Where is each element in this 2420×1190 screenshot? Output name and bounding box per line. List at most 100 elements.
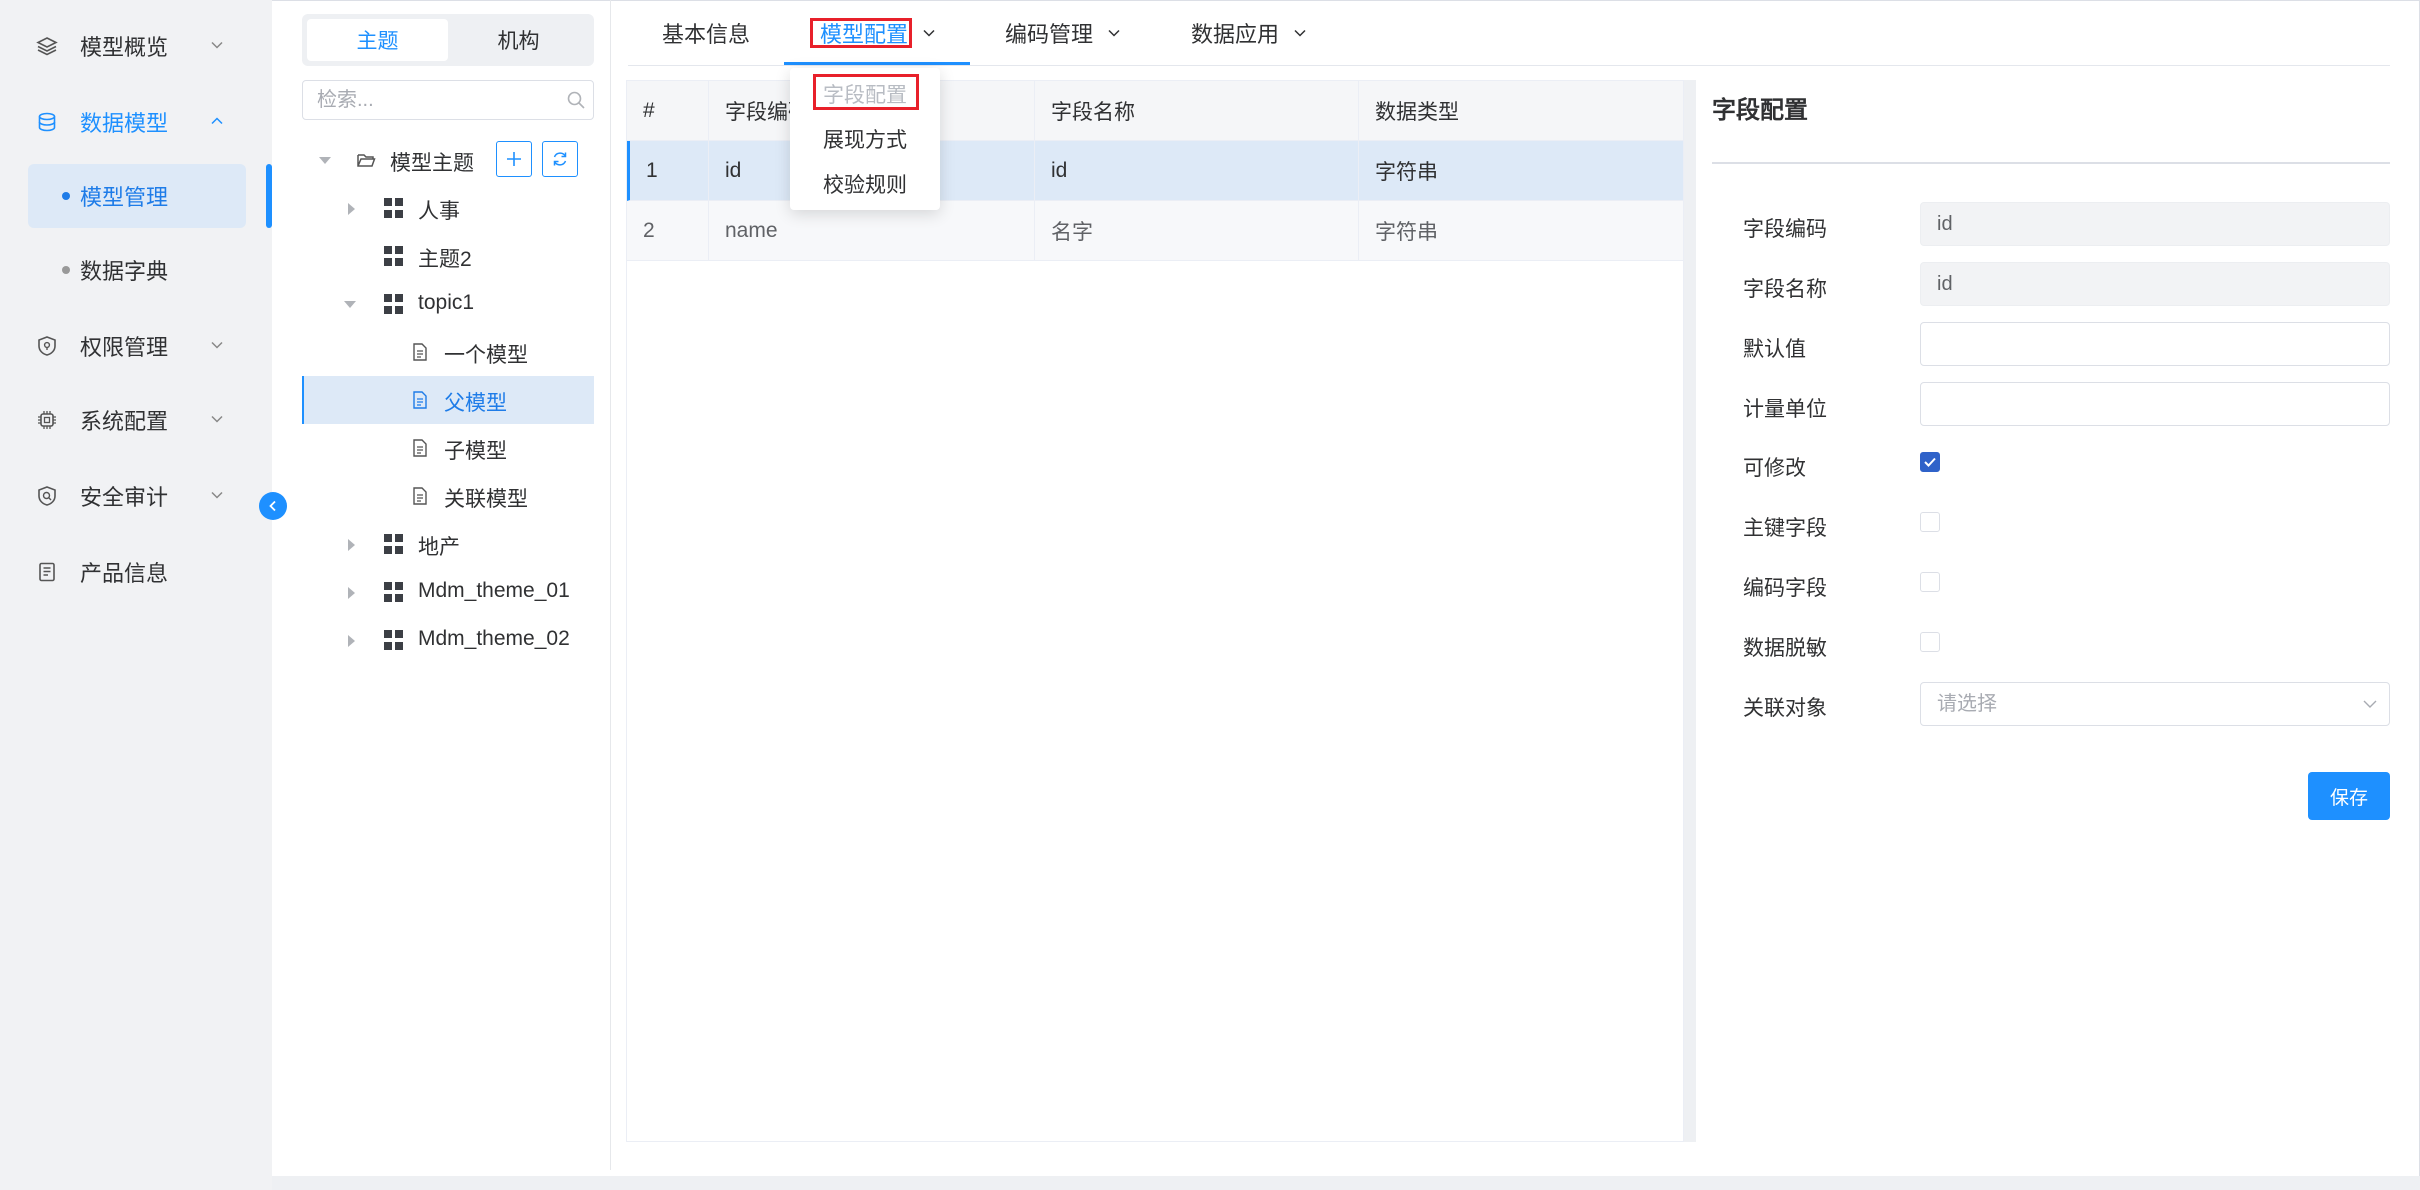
nav-subitem-model-management[interactable]: 模型管理 bbox=[28, 164, 246, 228]
tab-model-config[interactable]: 模型配置 bbox=[820, 0, 936, 66]
chevron-left-icon bbox=[269, 500, 276, 512]
tree-node-personnel[interactable]: 人事 bbox=[302, 184, 594, 232]
nav-item-system-config[interactable]: 系统配置 bbox=[0, 388, 272, 452]
cell-data-type: 字符串 bbox=[1375, 161, 1438, 184]
chevron-down-icon[interactable] bbox=[2362, 696, 2378, 712]
field-code-input[interactable] bbox=[1920, 202, 2390, 246]
tree-label: 地产 bbox=[418, 536, 460, 559]
plus-icon bbox=[507, 152, 521, 166]
audit-shield-icon bbox=[34, 483, 60, 509]
cell-index: 2 bbox=[627, 201, 709, 261]
caret-right-icon[interactable] bbox=[348, 635, 355, 647]
config-title: 字段配置 bbox=[1712, 97, 1808, 124]
caret-down-icon[interactable] bbox=[319, 157, 331, 164]
related-object-select[interactable] bbox=[1920, 682, 2390, 726]
tree-node-topic1[interactable]: topic1 bbox=[302, 280, 594, 328]
chevron-down-icon bbox=[211, 41, 223, 49]
tab-basic-info[interactable]: 基本信息 bbox=[662, 0, 750, 66]
nav-label: 安全审计 bbox=[80, 485, 169, 510]
file-icon bbox=[413, 439, 427, 457]
segment-organization[interactable]: 机构 bbox=[448, 19, 589, 61]
caret-right-icon[interactable] bbox=[348, 539, 355, 551]
table-row[interactable]: 1 id id 字符串 bbox=[627, 141, 1683, 201]
folder-open-icon bbox=[357, 154, 376, 167]
nav-item-product-info[interactable]: 产品信息 bbox=[0, 540, 272, 604]
tab-label: 基本信息 bbox=[662, 22, 751, 47]
nav-item-model-overview[interactable]: 模型概览 bbox=[0, 14, 272, 78]
nav-subitem-data-dictionary[interactable]: 数据字典 bbox=[28, 238, 246, 302]
nav-label: 产品信息 bbox=[80, 561, 169, 586]
model-config-dropdown: 字段配置 展现方式 校验规则 bbox=[790, 68, 940, 210]
nav-sublabel: 模型管理 bbox=[80, 185, 169, 210]
tree-node-theme2[interactable]: 主题2 bbox=[302, 232, 594, 280]
file-icon bbox=[413, 391, 427, 409]
tree-node-model-a[interactable]: 一个模型 bbox=[302, 328, 594, 376]
nav-sublabel: 数据字典 bbox=[80, 259, 169, 284]
unit-input[interactable] bbox=[1920, 382, 2390, 426]
theme-grid-icon bbox=[384, 198, 404, 218]
label-code-field: 编码字段 bbox=[1743, 577, 1827, 600]
chevron-down-icon bbox=[211, 491, 223, 499]
tree-node-related-model[interactable]: 关联模型 bbox=[302, 472, 594, 520]
menu-item-validation-rules[interactable]: 校验规则 bbox=[790, 162, 940, 206]
chip-icon bbox=[34, 407, 60, 433]
chevron-down-icon bbox=[1108, 29, 1120, 37]
column-header-field-name[interactable]: 字段名称 bbox=[1035, 81, 1359, 141]
save-button[interactable]: 保存 bbox=[2308, 772, 2390, 820]
tab-data-application[interactable]: 数据应用 bbox=[1191, 0, 1307, 66]
tree-label: 父模型 bbox=[444, 392, 507, 415]
search-icon[interactable] bbox=[566, 90, 586, 110]
menu-item-field-config[interactable]: 字段配置 bbox=[790, 72, 940, 116]
label-field-code: 字段编码 bbox=[1743, 218, 1827, 241]
label-field-name: 字段名称 bbox=[1743, 278, 1827, 301]
nav-item-permissions[interactable]: 权限管理 bbox=[0, 314, 272, 378]
tree-label: 模型主题 bbox=[390, 152, 474, 175]
theme-grid-icon bbox=[384, 534, 404, 554]
cell-data-type: 字符串 bbox=[1375, 221, 1438, 244]
masking-checkbox[interactable] bbox=[1920, 632, 1940, 652]
file-icon bbox=[413, 487, 427, 505]
label-primary-key: 主键字段 bbox=[1743, 517, 1827, 540]
segment-theme[interactable]: 主题 bbox=[307, 19, 448, 61]
side-navigation: 模型概览 数据模型 模型管理 数据字典 权限管理 系统配置 安全审计 产品信息 bbox=[0, 0, 287, 1190]
nav-item-security-audit[interactable]: 安全审计 bbox=[0, 464, 272, 528]
theme-grid-icon bbox=[384, 294, 404, 314]
menu-item-display-mode[interactable]: 展现方式 bbox=[790, 117, 940, 161]
code-field-checkbox[interactable] bbox=[1920, 572, 1940, 592]
tree-node-real-estate[interactable]: 地产 bbox=[302, 520, 594, 568]
caret-right-icon[interactable] bbox=[348, 587, 355, 599]
label-masking: 数据脱敏 bbox=[1743, 637, 1827, 660]
primary-key-checkbox[interactable] bbox=[1920, 512, 1940, 532]
chevron-down-icon bbox=[1294, 29, 1306, 37]
nav-label: 模型概览 bbox=[80, 35, 169, 60]
tree-node-mdm-theme-02[interactable]: Mdm_theme_02 bbox=[302, 616, 594, 664]
field-name-input[interactable] bbox=[1920, 262, 2390, 306]
column-header-data-type[interactable]: 数据类型 bbox=[1359, 81, 1683, 141]
label-editable: 可修改 bbox=[1743, 457, 1806, 480]
tree-node-child-model[interactable]: 子模型 bbox=[302, 424, 594, 472]
tree-node-mdm-theme-01[interactable]: Mdm_theme_01 bbox=[302, 568, 594, 616]
database-icon bbox=[34, 109, 60, 135]
nav-label: 权限管理 bbox=[80, 335, 169, 360]
chevron-down-icon bbox=[211, 341, 223, 349]
refresh-tree-button[interactable] bbox=[542, 141, 578, 177]
splitter[interactable] bbox=[1684, 80, 1696, 1142]
label-unit: 计量单位 bbox=[1743, 398, 1827, 421]
table-row[interactable]: 2 name 名字 字符串 bbox=[627, 201, 1683, 261]
caret-right-icon[interactable] bbox=[348, 203, 355, 215]
cell-field-name: id bbox=[1035, 141, 1359, 201]
tab-label: 模型配置 bbox=[820, 22, 909, 47]
refresh-icon bbox=[553, 152, 567, 166]
caret-down-icon[interactable] bbox=[344, 301, 356, 308]
editable-checkbox[interactable] bbox=[1920, 452, 1940, 472]
tree-node-parent-model[interactable]: 父模型 bbox=[302, 376, 594, 424]
tab-code-management[interactable]: 编码管理 bbox=[1005, 0, 1121, 66]
collapse-sidebar-button[interactable] bbox=[259, 492, 287, 520]
add-node-button[interactable] bbox=[496, 141, 532, 177]
nav-item-data-model[interactable]: 数据模型 bbox=[0, 90, 272, 154]
tree-search-input[interactable] bbox=[302, 80, 594, 120]
theme-grid-icon bbox=[384, 630, 404, 650]
file-icon bbox=[413, 343, 427, 361]
default-value-input[interactable] bbox=[1920, 322, 2390, 366]
tree-segment-switch: 主题 机构 bbox=[302, 14, 594, 66]
